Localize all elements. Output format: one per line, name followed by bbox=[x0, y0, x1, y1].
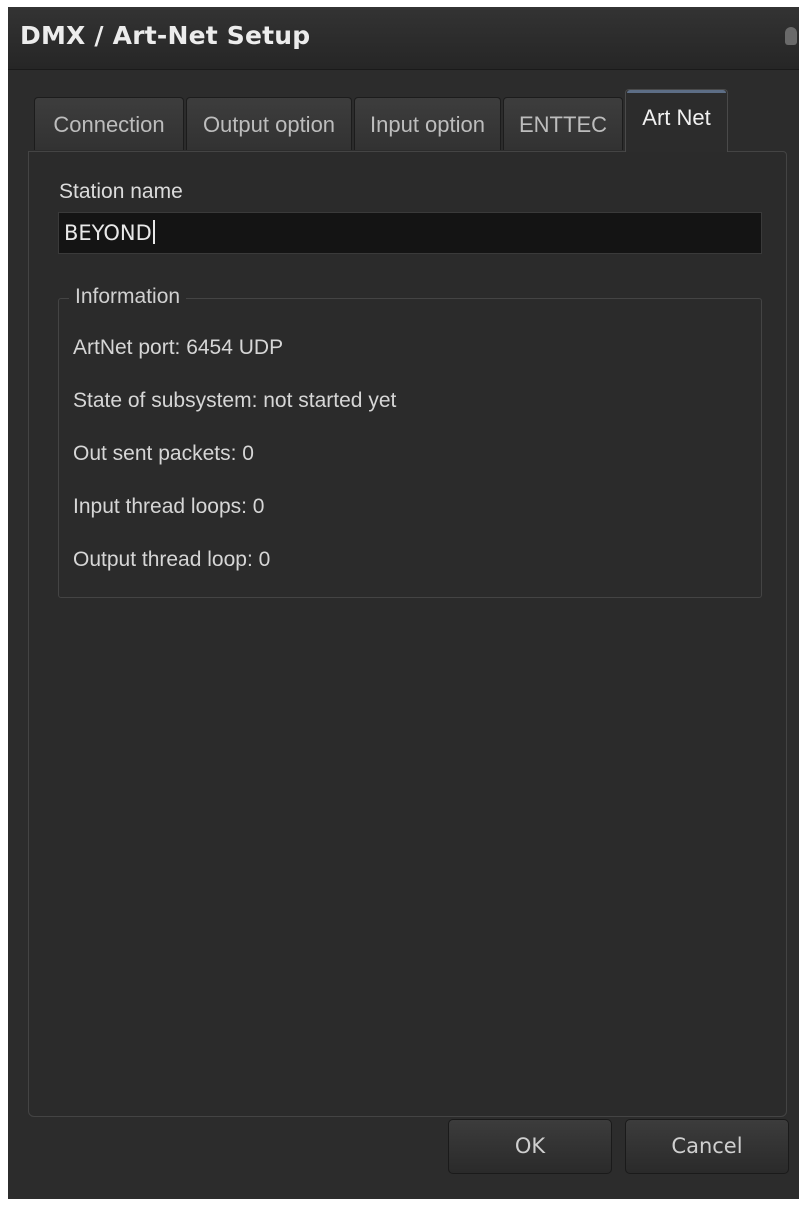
title-bar[interactable]: DMX / Art-Net Setup bbox=[8, 7, 799, 70]
tab-art-net[interactable]: Art Net bbox=[625, 89, 728, 152]
subsystem-state-text: State of subsystem: not started yet bbox=[73, 389, 397, 412]
station-name-value: BEYOND bbox=[64, 221, 152, 245]
out-sent-packets-text: Out sent packets: 0 bbox=[73, 442, 254, 465]
artnet-port-text: ArtNet port: 6454 UDP bbox=[73, 336, 284, 359]
dmx-artnet-setup-dialog: DMX / Art-Net Setup Connection Output op… bbox=[8, 7, 799, 1199]
grip-icon bbox=[785, 27, 797, 45]
tab-input-option[interactable]: Input option bbox=[354, 97, 501, 150]
art-net-panel: Station name BEYOND Information ArtNet p… bbox=[28, 151, 787, 1117]
cancel-button[interactable]: Cancel bbox=[625, 1119, 789, 1174]
tab-output-option[interactable]: Output option bbox=[186, 97, 352, 150]
input-thread-loops-text: Input thread loops: 0 bbox=[73, 495, 265, 518]
station-name-input[interactable]: BEYOND bbox=[58, 212, 762, 254]
text-caret bbox=[152, 220, 155, 244]
tab-enttec[interactable]: ENTTEC bbox=[503, 97, 623, 150]
ok-button[interactable]: OK bbox=[448, 1119, 612, 1174]
window-title: DMX / Art-Net Setup bbox=[20, 21, 311, 50]
information-groupbox: Information ArtNet port: 6454 UDP State … bbox=[58, 285, 762, 598]
output-thread-loop-text: Output thread loop: 0 bbox=[73, 548, 271, 571]
station-name-label: Station name bbox=[59, 180, 183, 203]
tab-connection[interactable]: Connection bbox=[34, 97, 184, 150]
information-legend: Information bbox=[69, 285, 187, 309]
